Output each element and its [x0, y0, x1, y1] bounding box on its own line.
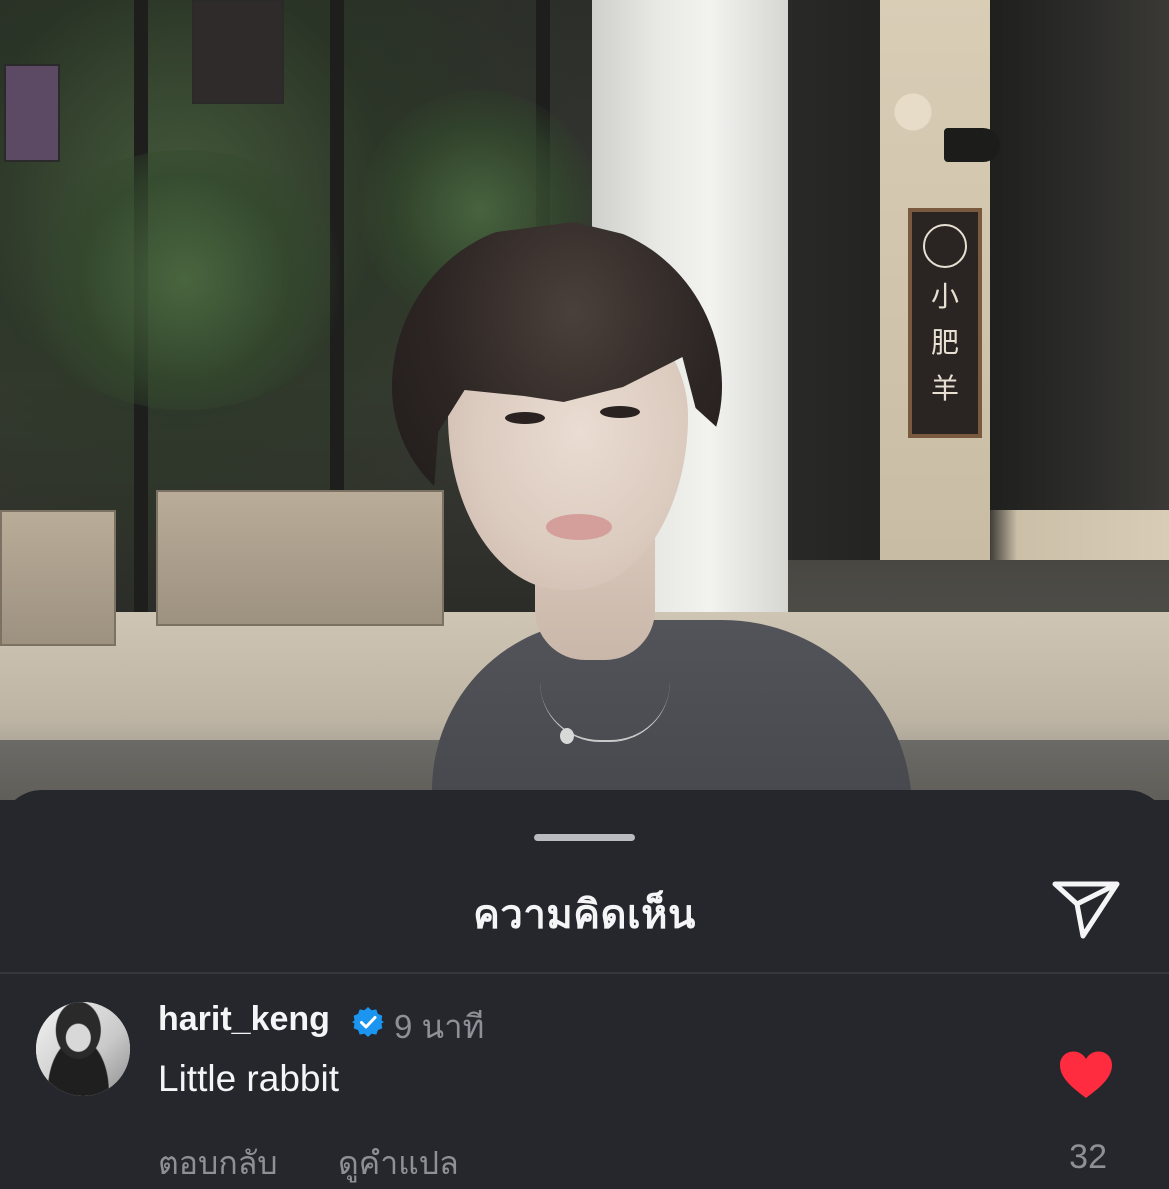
heart-filled-icon[interactable]	[1058, 1050, 1114, 1100]
comment-text: Little rabbit	[158, 1058, 339, 1099]
comment-item: harit_keng 9 นาที Little rabbit ตอบกลับ …	[0, 998, 1169, 1188]
like-count: 32	[1069, 1138, 1107, 1176]
person-eye	[600, 406, 640, 418]
avatar-image	[36, 1002, 130, 1096]
reply-button[interactable]: ตอบกลับ	[158, 1138, 278, 1189]
tree-foliage	[20, 150, 350, 410]
drag-handle[interactable]	[534, 834, 635, 841]
comments-sheet: ความคิดเห็น harit_keng 9 นาที Little rab…	[0, 790, 1169, 1188]
header-divider	[0, 972, 1169, 974]
shop-sign: 小 肥 羊	[908, 208, 982, 438]
sign-char: 肥	[930, 326, 959, 359]
post-photo: 小 肥 羊	[0, 0, 1169, 800]
sheet-title: ความคิดเห็น	[473, 893, 696, 937]
planter-box	[156, 490, 444, 626]
avatar[interactable]	[36, 1002, 130, 1096]
poster	[192, 0, 284, 104]
person-eye	[505, 412, 545, 424]
planter-box	[0, 510, 116, 646]
see-translation-button[interactable]: ดูคำแปล	[338, 1138, 459, 1189]
share-button[interactable]	[1048, 874, 1124, 946]
comment-time: 9 นาที	[394, 1008, 485, 1045]
glass-door	[990, 0, 1169, 510]
sign-char: 小	[930, 280, 959, 313]
necklace-pendant	[560, 728, 574, 744]
comment-username[interactable]: harit_keng	[158, 1000, 330, 1039]
person-lips	[546, 514, 612, 540]
sign-logo	[923, 224, 967, 268]
sign-char: 羊	[930, 372, 959, 405]
send-icon	[1052, 881, 1120, 939]
wall-lamp	[944, 128, 1000, 162]
poster	[4, 64, 60, 162]
verified-badge-icon	[352, 1007, 384, 1037]
